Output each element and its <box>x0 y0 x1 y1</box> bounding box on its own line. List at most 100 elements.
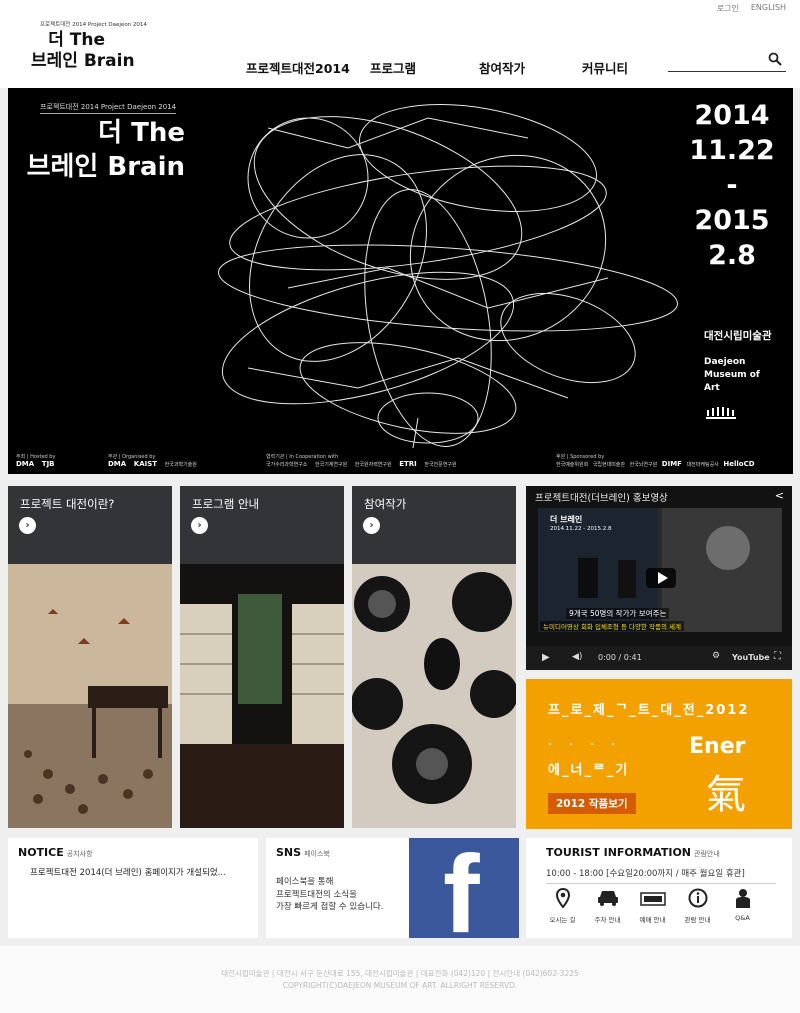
tourist-sub: 관람안내 <box>694 850 720 858</box>
card-program-guide[interactable]: 프로그램 안내 › <box>180 486 344 828</box>
organised-logo: KAIST <box>133 460 158 468</box>
piano-installation-photo <box>8 564 172 828</box>
exhibition-dates: 2014 11.22 - 2015 2.8 <box>687 98 777 273</box>
gallery-room-photo <box>180 564 344 828</box>
nav-project-daejeon-2014[interactable]: 프로젝트대전2014 <box>246 58 350 77</box>
footer-address: 대전시립미술관 | 대전시 서구 둔산대로 155, 대전시립미술관 | 대표전… <box>221 969 579 978</box>
sponsor-logo: DIMF <box>661 460 682 468</box>
coop-logo: 한국원자력연구원 <box>354 462 392 468</box>
organised-by: 주관 | Organised by DMA KAIST 한국과학기술원 <box>108 453 203 468</box>
hosted-logo: TJB <box>41 460 55 468</box>
ticket-label: 예매 안내 <box>639 916 666 924</box>
ticket-icon <box>636 888 669 914</box>
site-footer: 대전시립미술관 | 대전시 서구 둔산대로 155, 대전시립미술관 | 대표전… <box>0 946 800 1013</box>
tourist-heading: TOURIST INFORMATION <box>546 846 691 859</box>
viewing-guide-label: 관람 안내 <box>684 916 711 924</box>
coop-logo: 국가수리과학연구소 <box>266 462 308 468</box>
ticket-link[interactable]: 예매 안내 <box>636 888 669 924</box>
hero-banner[interactable]: 프로젝트대전 2014 Project Daejeon 2014 더 The 브… <box>8 88 793 474</box>
parking-link[interactable]: 주차 안내 <box>591 888 624 924</box>
notice-heading: NOTICE <box>18 846 64 859</box>
project-2012-banner[interactable]: 프_로_제_ᄀ_트_대_전_2012 · · · · 에_너_ᄅ_기 Ener … <box>526 679 792 829</box>
date-start-md: 11.22 <box>689 135 775 166</box>
viewing-guide-link[interactable]: 관람 안내 <box>681 888 714 924</box>
hero-title: 더 The 브레인 Brain <box>27 116 185 184</box>
organised-logo: DMA <box>108 460 127 468</box>
venue-en-line: Art <box>704 383 720 393</box>
volume-icon[interactable]: ◀) <box>572 652 582 662</box>
sns-box: SNS 페이스북 페이스북을 통해 프로젝트대전의 소식을 가장 빠르게 접할 수… <box>266 838 519 938</box>
video-screen-title: 더 브레인 <box>550 515 583 524</box>
settings-icon[interactable]: ⚙ <box>712 651 720 661</box>
logo-subtitle: 프로젝트대전 2014 Project Daejeon 2014 <box>40 22 147 28</box>
notice-box: NOTICE 공지사항 프로젝트대전 2014(더 브레인) 홈페이지가 개설되었… <box>8 838 258 938</box>
cooperation-label: 협력기관 | In Cooperation with <box>266 454 339 460</box>
opening-hours: 10:00 - 18:00 [수요일20:00까지 / 매주 월요일 휴관] <box>546 867 776 884</box>
site-header: 로그인 ENGLISH 프로젝트대전 2014 Project Daejeon … <box>0 0 800 88</box>
sponsor-logo: 한국예술위원회 <box>556 462 589 468</box>
date-end-md: 2.8 <box>708 240 756 271</box>
banner-dots: · · · · <box>548 737 622 753</box>
tourist-icon-row: 오시는 길 주차 안내 예매 안내 관람 안내 Q&A <box>546 887 759 924</box>
notice-title: NOTICE 공지사항 <box>18 846 93 859</box>
directions-link[interactable]: 오시는 길 <box>546 887 579 924</box>
share-icon[interactable]: < <box>775 489 784 502</box>
museum-logo-icon <box>706 407 736 419</box>
sns-text-line: 페이스북을 통해 <box>276 877 334 887</box>
chevron-right-icon[interactable]: › <box>363 517 380 534</box>
nav-artists[interactable]: 참여작가 <box>479 58 525 77</box>
tourist-title: TOURIST INFORMATION 관람안내 <box>546 846 720 859</box>
nav-program[interactable]: 프로그램 <box>370 58 416 77</box>
location-pin-icon <box>546 887 579 914</box>
search-input[interactable] <box>668 52 764 73</box>
search-icon[interactable] <box>768 51 782 70</box>
nav-community[interactable]: 커뮤니티 <box>582 58 628 77</box>
card-label: 프로젝트 대전이란? <box>20 497 115 511</box>
card-artists[interactable]: 참여작가 › <box>352 486 516 828</box>
venue-english: Daejeon Museum of Art <box>704 356 760 395</box>
person-icon <box>726 888 759 914</box>
logo-line-2: 브레인 Brain <box>31 51 135 71</box>
youtube-logo[interactable]: YouTube <box>732 653 770 662</box>
venue-en-line: Daejeon <box>704 357 746 367</box>
card-about-project[interactable]: 프로젝트 대전이란? › <box>8 486 172 828</box>
video-title: 프로젝트대전(더브레인) 홍보영상 <box>535 493 668 504</box>
fullscreen-icon[interactable]: ⛶ <box>774 651 781 662</box>
login-link[interactable]: 로그인 <box>717 3 739 14</box>
banner-line-1: 프_로_제_ᄀ_트_대_전_2012 <box>548 703 750 718</box>
facebook-link[interactable]: f <box>409 838 519 938</box>
sns-title: SNS 페이스북 <box>276 846 330 859</box>
date-end-year: 2015 <box>694 205 770 236</box>
coop-logo: ETRI <box>399 460 417 468</box>
promo-video-player[interactable]: 프로젝트대전(더브레인) 홍보영상 < 더 브레인 2014.11.22 - 2… <box>526 486 792 670</box>
venue-korean: 대전시립미술관 <box>704 330 772 342</box>
date-dash: - <box>726 170 738 201</box>
cooperation-with: 협력기관 | In Cooperation with 국가수리과학연구소 한국기… <box>266 453 463 468</box>
info-icon <box>681 888 714 914</box>
sponsor-logo: HelloCD <box>723 460 755 468</box>
sns-heading: SNS <box>276 846 302 859</box>
view-2012-works-button[interactable]: 2012 작품보기 <box>548 793 636 814</box>
chevron-right-icon[interactable]: › <box>19 517 36 534</box>
coop-logo: 한국천문연구원 <box>424 462 457 468</box>
video-caption-1: 9개국 50명의 작가가 보여주는 <box>566 608 670 619</box>
video-controls: ▶ ◀) 0:00 / 0:41 ⚙ YouTube ⛶ <box>526 646 792 670</box>
sponsor-logo: 대전마케팅공사 <box>686 462 719 468</box>
notice-item[interactable]: 프로젝트대전 2014(더 브레인) 홈페이지가 개설되었... <box>30 866 226 878</box>
facebook-icon: f <box>443 838 480 939</box>
english-link[interactable]: ENGLISH <box>751 3 786 14</box>
chevron-right-icon[interactable]: › <box>191 517 208 534</box>
sponsor-label: 후원 | Sponsored by <box>556 454 605 460</box>
qna-link[interactable]: Q&A <box>726 888 759 924</box>
organised-logo: 한국과학기술원 <box>164 462 197 468</box>
hero-subtitle: 프로젝트대전 2014 Project Daejeon 2014 <box>40 102 177 114</box>
play-icon[interactable]: ▶ <box>542 652 550 663</box>
notice-sub: 공지사항 <box>66 850 93 858</box>
hosted-logo: DMA <box>16 460 35 468</box>
banner-line-3: 에_너_ᄅ_기 <box>548 763 630 778</box>
venue-en-line: Museum of <box>704 370 760 380</box>
site-logo[interactable]: 더 The 브레인 Brain <box>31 30 135 72</box>
hosted-by: 주최 | Hosted by DMA TJB <box>16 453 61 468</box>
sponsor-logo: 한국뇌연구원 <box>629 462 658 468</box>
coop-logo: 한국기계연구원 <box>315 462 348 468</box>
